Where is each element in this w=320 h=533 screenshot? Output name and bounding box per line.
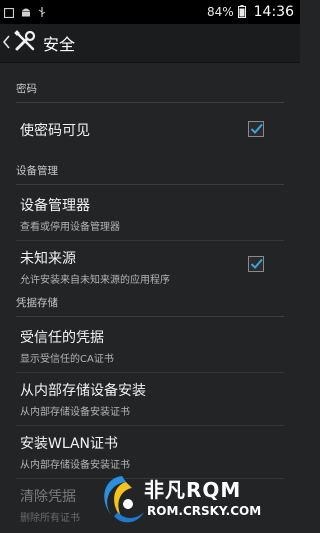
list-item-install-from-storage[interactable]: 从内部存储设备安装 从内部存储设备安装证书 bbox=[20, 380, 280, 418]
watermark-logo-text: 非凡RQM bbox=[144, 478, 242, 502]
item-title: 安装WLAN证书 bbox=[20, 436, 119, 452]
item-subtitle: 允许安装来自未知来源的应用程序 bbox=[20, 275, 170, 286]
section-header-device-admin: 设备管理 bbox=[16, 158, 284, 185]
item-title: 从内部存储设备安装 bbox=[20, 383, 146, 399]
action-bar: 安全 bbox=[0, 24, 300, 63]
back-chevron-icon[interactable] bbox=[2, 34, 10, 53]
checkmark-icon bbox=[250, 258, 263, 269]
status-bar: 84% 14:36 bbox=[0, 0, 300, 24]
clock: 14:36 bbox=[253, 4, 294, 20]
list-item-install-wlan-cert[interactable]: 安装WLAN证书 从内部存储设备安装证书 bbox=[20, 433, 280, 471]
show-password-checkbox[interactable] bbox=[248, 121, 264, 137]
divider bbox=[16, 425, 284, 426]
usb-icon bbox=[38, 3, 46, 22]
settings-tools-icon[interactable] bbox=[13, 29, 37, 57]
watermark: 非凡RQM ROM.CRSKY.COM bbox=[92, 470, 292, 530]
android-icon bbox=[20, 3, 32, 22]
item-title: 设备管理器 bbox=[20, 198, 90, 214]
page-title: 安全 bbox=[43, 35, 76, 54]
crsky-logo-icon bbox=[104, 476, 144, 523]
watermark-url: ROM.CRSKY.COM bbox=[147, 504, 262, 518]
item-subtitle: 从内部存储设备安装证书 bbox=[20, 460, 130, 471]
section-header-credential-storage: 凭据存储 bbox=[16, 290, 284, 317]
item-subtitle: 从内部存储设备安装证书 bbox=[20, 407, 130, 418]
divider bbox=[16, 240, 284, 241]
item-title: 受信任的凭据 bbox=[20, 330, 104, 346]
battery-percent: 84% bbox=[206, 5, 234, 19]
list-item-trusted-credentials[interactable]: 受信任的凭据 显示受信任的CA证书 bbox=[20, 327, 280, 365]
item-title: 未知来源 bbox=[20, 251, 76, 267]
unknown-sources-checkbox[interactable] bbox=[248, 256, 264, 272]
square-notification-icon bbox=[3, 3, 15, 22]
item-subtitle: 查看或停用设备管理器 bbox=[20, 222, 120, 233]
divider bbox=[16, 372, 284, 373]
checkmark-icon bbox=[250, 123, 263, 134]
battery-icon bbox=[237, 3, 246, 22]
list-item-device-administrators[interactable]: 设备管理器 查看或停用设备管理器 bbox=[20, 195, 280, 233]
item-title: 使密码可见 bbox=[20, 123, 90, 139]
list-item-show-password[interactable]: 使密码可见 bbox=[20, 120, 280, 140]
section-header-password: 密码 bbox=[16, 76, 284, 103]
item-subtitle: 显示受信任的CA证书 bbox=[20, 354, 114, 365]
list-item-unknown-sources[interactable]: 未知来源 允许安装来自未知来源的应用程序 bbox=[20, 248, 280, 286]
